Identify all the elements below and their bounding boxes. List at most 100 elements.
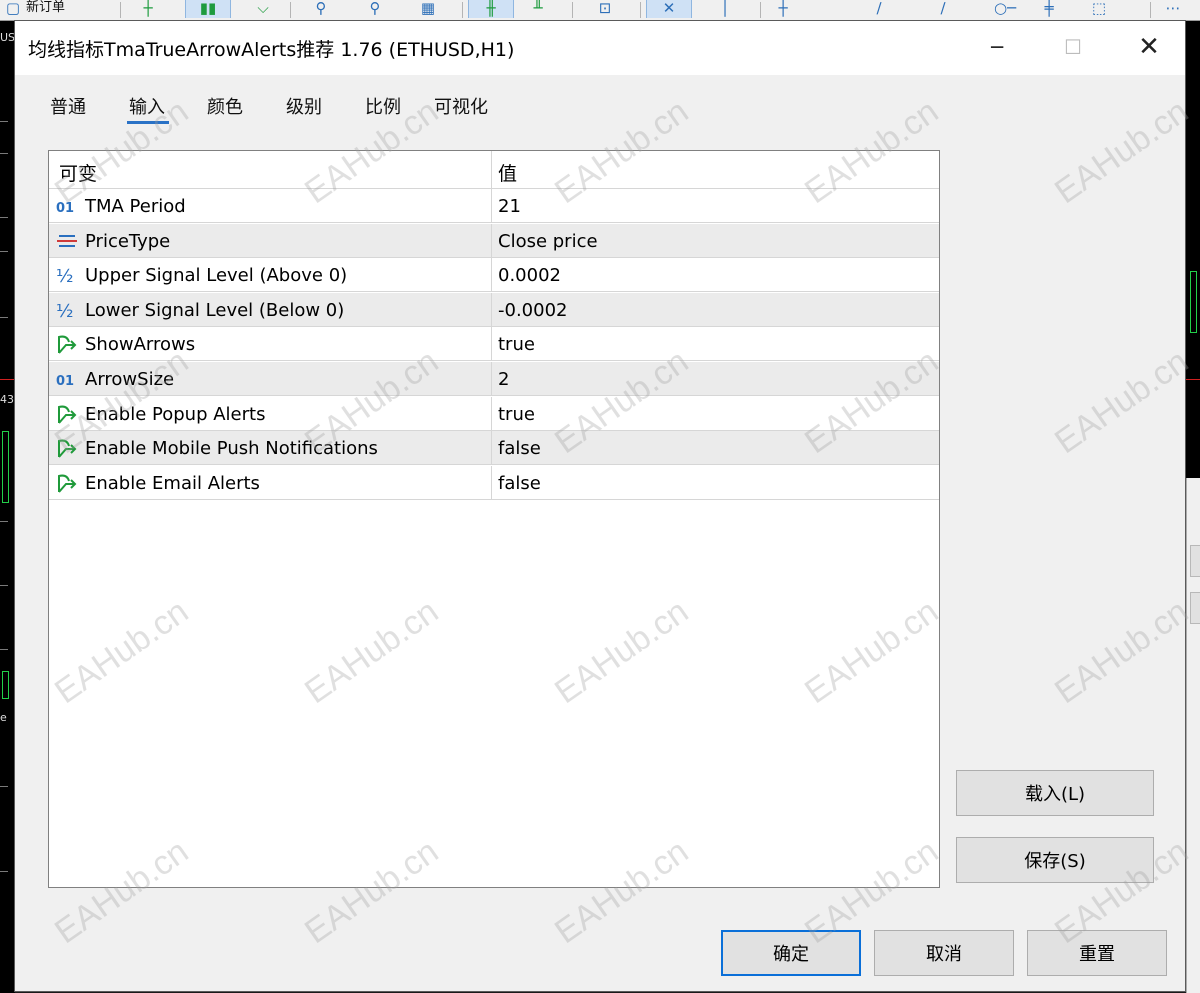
active-tab-indicator: [127, 121, 169, 124]
parameter-name-cell[interactable]: 01 ArrowSize: [49, 362, 492, 395]
candle-chart-icon[interactable]: ▮▮: [185, 0, 231, 18]
parameter-name-cell[interactable]: ½ Lower Signal Level (Below 0): [49, 292, 492, 326]
tab-levels[interactable]: 级别: [286, 93, 322, 119]
table-row[interactable]: 01 TMA Period 21: [49, 189, 939, 223]
parameter-name-cell[interactable]: ½ Upper Signal Level (Above 0): [49, 258, 492, 292]
parameter-value-cell[interactable]: true: [492, 397, 939, 430]
zoom-out-icon[interactable]: ⚲: [362, 0, 388, 18]
parameter-name: ArrowSize: [85, 369, 175, 390]
integer-icon: 01: [55, 368, 79, 390]
parameter-name-cell[interactable]: ShowArrows: [49, 327, 492, 361]
text-tool-icon[interactable]: ╪: [1036, 0, 1062, 18]
parameter-name: ShowArrows: [85, 334, 196, 356]
table-row[interactable]: Enable Popup Alerts true: [49, 396, 939, 431]
parameter-value-cell[interactable]: -0.0002: [492, 293, 939, 326]
double-icon: ½: [55, 299, 79, 322]
column-header-variable[interactable]: 可变: [59, 159, 97, 186]
table-row[interactable]: 01 ArrowSize 2: [49, 362, 939, 396]
candle: [2, 671, 9, 699]
tile-windows-icon[interactable]: ▦: [415, 0, 441, 18]
crosshair-icon[interactable]: ✕: [646, 0, 692, 18]
table-row[interactable]: ½ Upper Signal Level (Above 0) 0.0002: [49, 258, 939, 293]
tab-bar: 普通 输入 颜色 级别 比例 可视化: [15, 75, 1185, 151]
table-row[interactable]: Enable Mobile Push Notifications false: [49, 431, 939, 466]
channel-icon[interactable]: ∕: [930, 0, 956, 18]
double-icon: ½: [55, 264, 79, 287]
shapes-icon[interactable]: ⬚: [1086, 0, 1112, 18]
more-tools-icon[interactable]: ⋯: [1160, 0, 1186, 18]
tab-inputs[interactable]: 输入: [129, 93, 165, 119]
chart-area-left: US 43 e: [0, 21, 15, 993]
svg-text:01: 01: [56, 201, 74, 216]
cancel-button[interactable]: 取消: [874, 930, 1014, 976]
parameter-value-cell[interactable]: true: [492, 327, 939, 360]
parameter-value[interactable]: Close price: [498, 231, 598, 252]
ok-button[interactable]: 确定: [721, 930, 861, 976]
zoom-in-icon[interactable]: ⚲: [308, 0, 334, 18]
maximize-button: ☐: [1064, 35, 1082, 59]
candle: [1190, 271, 1197, 333]
terminal-toolbar: ▢ 新订单 ┼ ▮▮ ⌵ ⚲ ⚲ ▦ ╫ ╨ ⊡ ✕ │ ┼ ∕ ∕ ○─ ╪ …: [0, 0, 1200, 21]
indicator-label: e: [0, 711, 7, 724]
parameter-name-cell[interactable]: Enable Mobile Push Notifications: [49, 431, 492, 465]
table-row[interactable]: ½ Lower Signal Level (Below 0) -0.0002: [49, 292, 939, 327]
parameter-name-cell[interactable]: 01 TMA Period: [49, 189, 492, 222]
parameter-value[interactable]: false: [498, 438, 541, 459]
parameter-value[interactable]: 2: [498, 369, 509, 390]
close-button[interactable]: ✕: [1119, 21, 1179, 73]
parameter-value[interactable]: true: [498, 334, 535, 355]
parameter-value-cell[interactable]: 2: [492, 362, 939, 395]
parameter-name: Enable Mobile Push Notifications: [85, 438, 378, 460]
parameter-name: PriceType: [85, 230, 171, 252]
parameter-value[interactable]: true: [498, 404, 535, 425]
parameter-name: TMA Period: [85, 196, 186, 217]
enum-icon: [55, 230, 79, 252]
minimize-button[interactable]: ─: [967, 21, 1027, 73]
chart-shift-icon[interactable]: ╫: [468, 0, 514, 18]
table-row[interactable]: Enable Email Alerts false: [49, 465, 939, 500]
parameter-value-cell[interactable]: false: [492, 466, 939, 499]
inputs-table: 可变 值 01 TMA Period 21 PriceType Close price ½…: [48, 150, 940, 888]
save-button[interactable]: 保存(S): [956, 837, 1154, 883]
indicators-icon[interactable]: ⊡: [592, 0, 618, 18]
auto-scroll-icon[interactable]: ╨: [525, 0, 551, 18]
bool-icon: [55, 333, 79, 355]
price-level-line: [1186, 379, 1200, 380]
horizontal-line-icon[interactable]: ┼: [770, 0, 796, 18]
tab-common[interactable]: 普通: [50, 93, 86, 119]
parameter-value[interactable]: 21: [498, 196, 521, 217]
parameter-name-cell[interactable]: Enable Popup Alerts: [49, 396, 492, 430]
svg-text:½: ½: [56, 266, 73, 286]
table-row[interactable]: ShowArrows true: [49, 327, 939, 362]
table-row[interactable]: PriceType Close price: [49, 223, 939, 258]
parameter-value-cell[interactable]: 0.0002: [492, 258, 939, 291]
reset-button[interactable]: 重置: [1027, 930, 1167, 976]
bar-chart-icon[interactable]: ┼: [135, 0, 161, 18]
parameter-value-cell[interactable]: 21: [492, 189, 939, 222]
tab-scales[interactable]: 比例: [365, 93, 401, 119]
title-bar[interactable]: 均线指标TmaTrueArrowAlerts推荐 1.76 (ETHUSD,H1…: [15, 21, 1185, 75]
parameter-name-cell[interactable]: Enable Email Alerts: [49, 465, 492, 499]
parameter-name-cell[interactable]: PriceType: [49, 223, 492, 257]
parameter-value[interactable]: -0.0002: [498, 300, 567, 321]
tab-visualization[interactable]: 可视化: [434, 93, 488, 119]
parameter-name: Enable Email Alerts: [85, 472, 260, 494]
vertical-line-icon[interactable]: │: [712, 0, 738, 18]
load-button[interactable]: 载入(L): [956, 770, 1154, 816]
parameter-value-cell[interactable]: Close price: [492, 224, 939, 257]
new-order-label[interactable]: 新订单: [26, 0, 65, 16]
new-order-icon[interactable]: ▢: [0, 0, 26, 18]
symbol-label: US: [0, 31, 16, 44]
parameter-name: Lower Signal Level (Below 0): [85, 299, 345, 321]
parameter-value-cell[interactable]: false: [492, 431, 939, 464]
trendline-icon[interactable]: ∕: [866, 0, 892, 18]
line-chart-icon[interactable]: ⌵: [250, 0, 276, 18]
candle: [2, 431, 9, 503]
parameter-value[interactable]: false: [498, 473, 541, 494]
bool-icon: [55, 403, 79, 425]
column-header-value[interactable]: 值: [498, 159, 517, 186]
tab-colors[interactable]: 颜色: [207, 93, 243, 119]
price-label: 43: [0, 393, 14, 406]
fibonacci-icon[interactable]: ○─: [985, 0, 1025, 18]
parameter-value[interactable]: 0.0002: [498, 265, 561, 286]
